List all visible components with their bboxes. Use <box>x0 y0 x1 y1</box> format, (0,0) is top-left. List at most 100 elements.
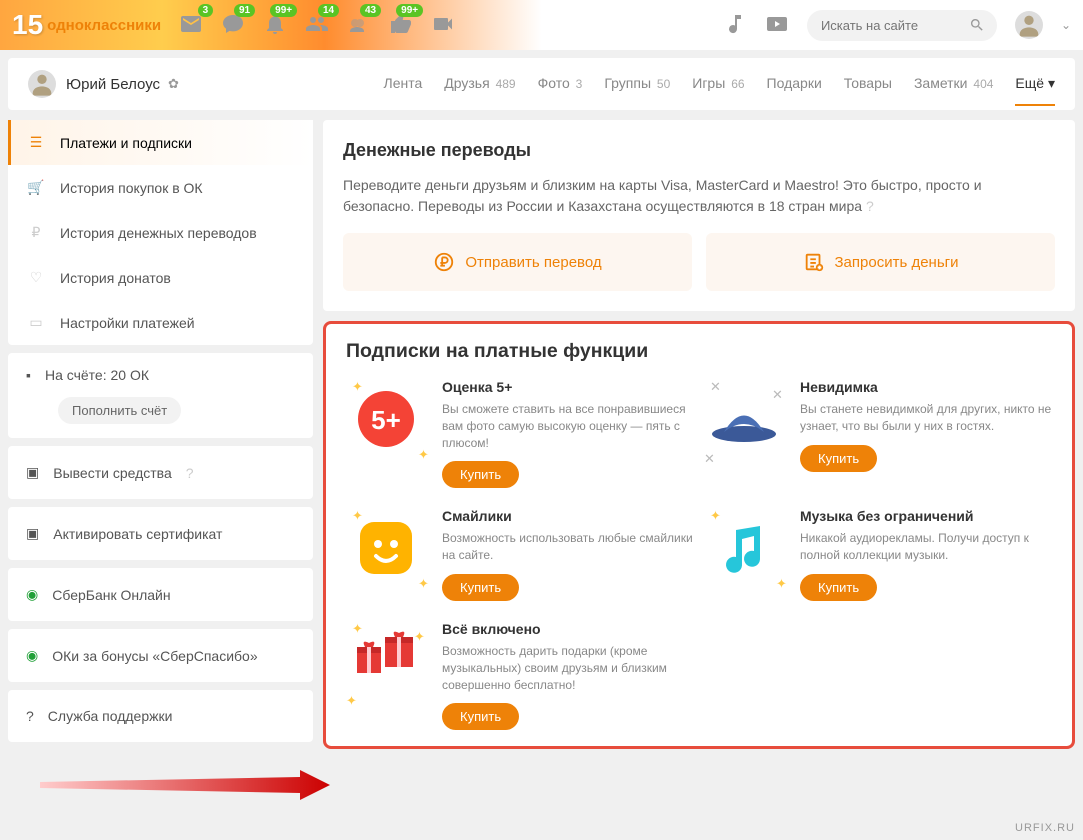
sub-desc: Никакой аудиорекламы. Получи доступ к по… <box>800 530 1052 564</box>
camera-icon: ▣ <box>26 464 39 481</box>
avatar[interactable] <box>1015 11 1043 39</box>
sub-rating5: 5+ ✦✦ Оценка 5+ Вы сможете ставить на вс… <box>346 379 694 488</box>
tab-gifts[interactable]: Подарки <box>767 75 822 94</box>
sub-invisible: ✕✕✕ Невидимка Вы станете невидимкой для … <box>704 379 1052 488</box>
events-icon[interactable]: 99+ <box>389 12 413 39</box>
tab-photos[interactable]: Фото 3 <box>538 75 583 94</box>
chevron-down-icon[interactable]: ⌄ <box>1061 18 1071 32</box>
buy-button[interactable]: Купить <box>800 574 877 601</box>
topup-button[interactable]: Пополнить счёт <box>58 397 181 424</box>
tab-friends[interactable]: Друзья 489 <box>444 75 515 94</box>
request-icon <box>803 251 825 273</box>
tab-market[interactable]: Товары <box>844 75 892 94</box>
buy-button[interactable]: Купить <box>442 461 519 488</box>
invisible-icon: ✕✕✕ <box>704 379 784 459</box>
topbar: 15 одноклассники 3 91 99+ 14 43 99+ ⌄ <box>0 0 1083 50</box>
user-avatar[interactable] <box>28 70 56 98</box>
sub-desc: Возможность использовать любые смайлики … <box>442 530 694 564</box>
sub-desc: Вы станете невидимкой для других, никто … <box>800 401 1052 435</box>
donate-icon: ♡ <box>26 269 46 286</box>
sub-title: Невидимка <box>800 379 1052 395</box>
tab-more[interactable]: Ещё ▾ <box>1015 75 1055 106</box>
card-icon: ▭ <box>26 314 46 331</box>
sidemenu-transfer-history[interactable]: ₽История денежных переводов <box>8 210 313 255</box>
watermark: URFIX.RU <box>1015 822 1075 834</box>
sub-desc: Возможность дарить подарки (кроме музыка… <box>442 643 694 693</box>
tab-notes[interactable]: Заметки 404 <box>914 75 993 94</box>
sidemenu-payments[interactable]: ☰Платежи и подписки <box>8 120 313 165</box>
video-icon[interactable] <box>431 12 455 39</box>
sidelink-withdraw[interactable]: ▣Вывести средства ? <box>8 446 313 499</box>
sidemenu-donation-history[interactable]: ♡История донатов <box>8 255 313 300</box>
sub-all-inclusive: ✦✦✦ Всё включено Возможность дарить пода… <box>346 621 694 730</box>
user-name[interactable]: Юрий Белоус <box>66 76 160 93</box>
sub-music: ✦✦ Музыка без ограничений Никакой аудиор… <box>704 508 1052 601</box>
notifications-icon[interactable]: 99+ <box>263 12 287 39</box>
sidelink-certificate[interactable]: ▣Активировать сертификат <box>8 507 313 560</box>
help-icon[interactable]: ? <box>866 198 874 214</box>
ruble-icon: ₽ <box>26 224 46 241</box>
badge: 3 <box>198 4 214 17</box>
friends-icon[interactable]: 14 <box>305 12 329 39</box>
main: Денежные переводы Переводите деньги друз… <box>323 120 1075 749</box>
logo-number: 15 <box>12 9 43 41</box>
sidemenu-payment-settings[interactable]: ▭Настройки платежей <box>8 300 313 345</box>
music-icon: ✦✦ <box>704 508 784 588</box>
badge: 43 <box>360 4 381 17</box>
search[interactable] <box>807 10 997 41</box>
buy-button[interactable]: Купить <box>442 574 519 601</box>
sidemenu-purchase-history[interactable]: 🛒История покупок в ОК <box>8 165 313 210</box>
sub-smilies: ✦✦ Смайлики Возможность использовать люб… <box>346 508 694 601</box>
request-money-button[interactable]: Запросить деньги <box>706 233 1055 291</box>
search-icon <box>969 17 985 36</box>
guests-icon[interactable]: 43 <box>347 12 371 39</box>
cart-icon: 🛒 <box>26 179 46 196</box>
sidebar: ☰Платежи и подписки 🛒История покупок в О… <box>8 120 313 742</box>
tab-games[interactable]: Игры 66 <box>692 75 744 94</box>
sub-title: Всё включено <box>442 621 694 637</box>
videotab-icon[interactable] <box>765 12 789 39</box>
list-icon: ☰ <box>26 134 46 151</box>
sidelink-support[interactable]: ?Служба поддержки <box>8 690 313 742</box>
sub-title: Музыка без ограничений <box>800 508 1052 524</box>
music-icon[interactable] <box>723 12 747 39</box>
wallet-card: ▪ На счёте: 20 ОК Пополнить счёт <box>8 353 313 438</box>
gear-icon[interactable]: ✿ <box>168 76 179 92</box>
sidelink-sberspasibo[interactable]: ◉ОКи за бонусы «СберСпасибо» <box>8 629 313 682</box>
nav-tabs: Лента Друзья 489 Фото 3 Группы 50 Игры 6… <box>384 75 1055 94</box>
ruble-icon <box>433 251 455 273</box>
transfers-desc: Переводите деньги друзьям и близким на к… <box>323 175 1075 233</box>
tab-groups[interactable]: Группы 50 <box>604 75 670 94</box>
gifts-icon: ✦✦✦ <box>346 621 426 701</box>
annotation-arrow <box>40 770 330 800</box>
userbar: Юрий Белоус ✿ Лента Друзья 489 Фото 3 Гр… <box>8 58 1075 110</box>
badge: 91 <box>234 4 255 17</box>
logo[interactable]: 15 одноклассники <box>12 9 161 41</box>
discussions-icon[interactable]: 91 <box>221 12 245 39</box>
smilies-icon: ✦✦ <box>346 508 426 588</box>
rating5-icon: 5+ ✦✦ <box>346 379 426 459</box>
svg-text:5+: 5+ <box>371 405 401 435</box>
badge: 99+ <box>270 4 297 17</box>
sidelink-sberbank[interactable]: ◉СберБанк Онлайн <box>8 568 313 621</box>
badge: 99+ <box>396 4 423 17</box>
buy-button[interactable]: Купить <box>800 445 877 472</box>
sub-desc: Вы сможете ставить на все понравившиеся … <box>442 401 694 451</box>
badge: 14 <box>318 4 339 17</box>
help-icon: ? <box>186 465 194 481</box>
tab-feed[interactable]: Лента <box>384 75 423 94</box>
subscriptions-section: Подписки на платные функции 5+ ✦✦ Оценка… <box>323 321 1075 749</box>
messages-icon[interactable]: 3 <box>179 12 203 39</box>
sub-title: Оценка 5+ <box>442 379 694 395</box>
buy-button[interactable]: Купить <box>442 703 519 730</box>
sber-icon: ◉ <box>26 586 38 603</box>
sber-icon: ◉ <box>26 647 38 664</box>
send-transfer-button[interactable]: Отправить перевод <box>343 233 692 291</box>
help-icon: ? <box>26 708 34 724</box>
wallet-icon: ▪ <box>26 367 31 383</box>
subs-title: Подписки на платные функции <box>326 324 1072 379</box>
transfers-title: Денежные переводы <box>323 120 1075 175</box>
transfers-section: Денежные переводы Переводите деньги друз… <box>323 120 1075 311</box>
logo-text: одноклассники <box>47 17 161 34</box>
wallet-balance: На счёте: 20 ОК <box>45 367 149 383</box>
